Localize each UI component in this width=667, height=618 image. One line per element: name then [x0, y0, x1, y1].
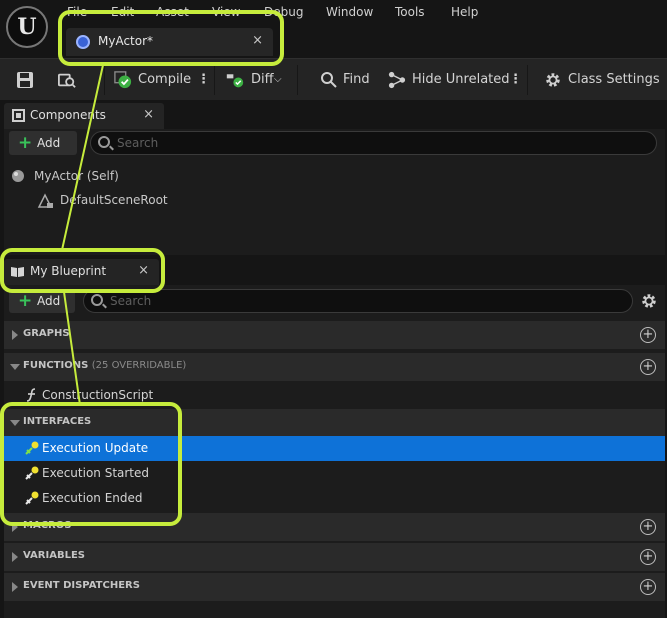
unreal-logo-icon[interactable]: U	[6, 6, 48, 48]
add-variable-icon[interactable]: +	[640, 549, 656, 565]
section-graphs[interactable]: GRAPHS +	[4, 321, 665, 349]
chevron-right-icon	[12, 522, 18, 532]
toolbar-separator	[214, 65, 215, 95]
menu-asset[interactable]: Asset	[156, 4, 189, 20]
add-graph-icon[interactable]: +	[640, 327, 656, 343]
plus-icon: +	[18, 291, 33, 311]
search-icon	[98, 136, 110, 148]
interface-function-icon	[25, 491, 39, 505]
chevron-down-icon	[10, 420, 20, 426]
compile-button[interactable]: Compile	[138, 59, 191, 101]
hide-unrelated-icon	[388, 71, 406, 89]
find-button[interactable]: Find	[343, 59, 370, 101]
blueprint-search-input[interactable]: Search	[83, 289, 633, 313]
add-function-icon[interactable]: +	[640, 359, 656, 375]
interface-function-icon	[25, 466, 39, 480]
section-functions[interactable]: FUNCTIONS (25 OVERRIDABLE) +	[4, 353, 665, 381]
interface-item-execution-update[interactable]: Execution Update	[4, 436, 665, 461]
interface-function-icon	[25, 441, 39, 455]
diff-button[interactable]: Diff	[251, 59, 274, 101]
my-blueprint-tab[interactable]: My Blueprint ×	[4, 259, 159, 285]
blueprint-actor-icon	[76, 35, 90, 49]
save-icon[interactable]	[16, 71, 34, 89]
asset-tab-label: MyActor*	[98, 34, 154, 48]
hide-unrelated-button[interactable]: Hide Unrelated	[412, 59, 510, 101]
diff-icon	[226, 74, 244, 88]
chevron-down-icon[interactable]: ⌵	[274, 59, 282, 101]
chevron-right-icon	[12, 552, 18, 562]
function-item[interactable]: ConstructionScript	[4, 383, 665, 408]
menu-help[interactable]: Help	[451, 4, 478, 20]
interface-item-execution-started[interactable]: Execution Started	[4, 461, 665, 486]
gear-icon[interactable]	[640, 292, 658, 310]
close-panel-icon[interactable]: ×	[138, 263, 149, 278]
asset-tab-myactor[interactable]: MyActor* ×	[66, 28, 273, 56]
toolbar-separator	[527, 65, 528, 95]
search-icon	[91, 294, 103, 306]
menu-file[interactable]: File	[67, 4, 87, 20]
menu-window[interactable]: Window	[326, 4, 373, 20]
section-event-dispatchers[interactable]: EVENT DISPATCHERS +	[4, 573, 665, 601]
functions-overridable-count: (25 OVERRIDABLE)	[91, 360, 187, 371]
menu-tools[interactable]: Tools	[395, 4, 425, 20]
menu-debug[interactable]: Debug	[264, 4, 303, 20]
actor-sphere-icon	[12, 170, 24, 182]
book-icon	[11, 267, 24, 277]
toolbar-separator	[297, 65, 298, 95]
plus-icon: +	[18, 133, 33, 153]
interface-item-execution-ended[interactable]: Execution Ended	[4, 486, 665, 511]
class-settings-button[interactable]: Class Settings	[568, 59, 660, 101]
chevron-right-icon	[12, 582, 18, 592]
section-interfaces[interactable]: INTERFACES	[4, 409, 665, 437]
chevron-down-icon	[10, 364, 20, 370]
components-icon	[12, 109, 25, 122]
components-tab[interactable]: Components ×	[4, 103, 164, 129]
add-event-dispatcher-icon[interactable]: +	[640, 579, 656, 595]
menu-view[interactable]: View	[212, 4, 240, 20]
components-search-input[interactable]: Search	[90, 131, 657, 155]
close-tab-icon[interactable]: ×	[252, 33, 263, 48]
find-icon	[321, 72, 337, 88]
more-options-icon[interactable]: ⋮	[509, 59, 522, 101]
browse-icon[interactable]	[58, 71, 76, 89]
menu-edit[interactable]: Edit	[111, 4, 134, 20]
section-variables[interactable]: VARIABLES +	[4, 543, 665, 571]
scene-root-icon	[37, 193, 53, 208]
section-macros[interactable]: MACROS +	[4, 513, 665, 541]
function-icon	[26, 388, 36, 402]
toolbar-separator	[104, 65, 105, 95]
tree-item-defaultsceneroot[interactable]: DefaultSceneRoot	[36, 188, 336, 212]
functions-title: FUNCTIONS	[23, 360, 89, 371]
toolbar: Compile ⋮ Diff ⌵ Find Hide Unrelated ⋮ C…	[0, 58, 667, 100]
close-panel-icon[interactable]: ×	[143, 107, 154, 122]
chevron-right-icon	[12, 330, 18, 340]
compile-options-icon[interactable]: ⋮	[197, 59, 210, 101]
add-member-button[interactable]: + Add	[9, 289, 75, 313]
components-tab-label: Components	[30, 108, 106, 122]
add-macro-icon[interactable]: +	[640, 519, 656, 535]
add-component-button[interactable]: + Add	[9, 131, 77, 155]
compile-status-icon	[114, 71, 132, 89]
gear-icon	[546, 73, 560, 87]
tree-item-self[interactable]: MyActor (Self)	[10, 164, 310, 188]
my-blueprint-tab-label: My Blueprint	[30, 264, 107, 278]
